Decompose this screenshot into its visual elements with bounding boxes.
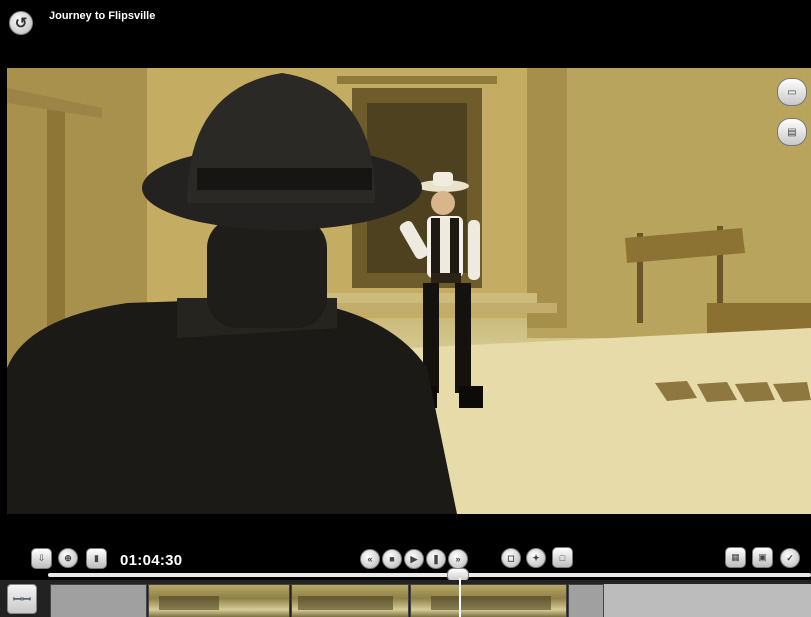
timeline-clip[interactable]	[148, 584, 290, 617]
check-icon[interactable]: ✓	[780, 548, 800, 568]
clapper-icon[interactable]: ▦	[725, 547, 746, 568]
export-icon[interactable]: ⇩	[31, 548, 52, 569]
wand-icon[interactable]: ✦	[526, 548, 546, 568]
play-icon[interactable]: ▶	[404, 549, 424, 569]
app-title: Journey to Flipsville	[49, 10, 156, 22]
timeline-scrubber-track[interactable]	[48, 573, 811, 577]
subtitle-card-icon[interactable]: ▭	[777, 78, 807, 106]
skip-forward-icon[interactable]: »	[448, 549, 468, 569]
back-arrow-icon[interactable]: ↺	[9, 11, 33, 35]
timeline-clip[interactable]	[568, 584, 604, 617]
timeline-playhead[interactable]	[459, 578, 461, 617]
stop-icon[interactable]: ■	[382, 549, 402, 569]
title-bar: ↺ Journey to Flipsville	[0, 0, 811, 68]
scene-viewport[interactable]: ▭ ▤	[7, 68, 811, 514]
caption-card-icon[interactable]: ▤	[777, 118, 807, 146]
camera-icon[interactable]: ◻	[501, 548, 521, 568]
control-bar	[0, 514, 811, 580]
scene-render	[7, 68, 811, 514]
save-icon[interactable]: ▣	[752, 547, 773, 568]
storyboard-icon[interactable]: ꟷꟷ	[7, 584, 37, 614]
frame-icon[interactable]: □	[552, 547, 573, 568]
pause-icon[interactable]: ❚	[426, 549, 446, 569]
timeline-clip[interactable]	[410, 584, 567, 617]
trash-icon[interactable]: ▮	[86, 548, 107, 569]
skip-back-icon[interactable]: «	[360, 549, 380, 569]
timeline-clip[interactable]	[291, 584, 409, 617]
zoom-icon[interactable]: ⊕	[58, 548, 78, 568]
timecode-display: 01:04:30	[120, 552, 183, 569]
timeline-empty-area[interactable]	[604, 584, 811, 617]
timeline-clip[interactable]	[50, 584, 147, 617]
